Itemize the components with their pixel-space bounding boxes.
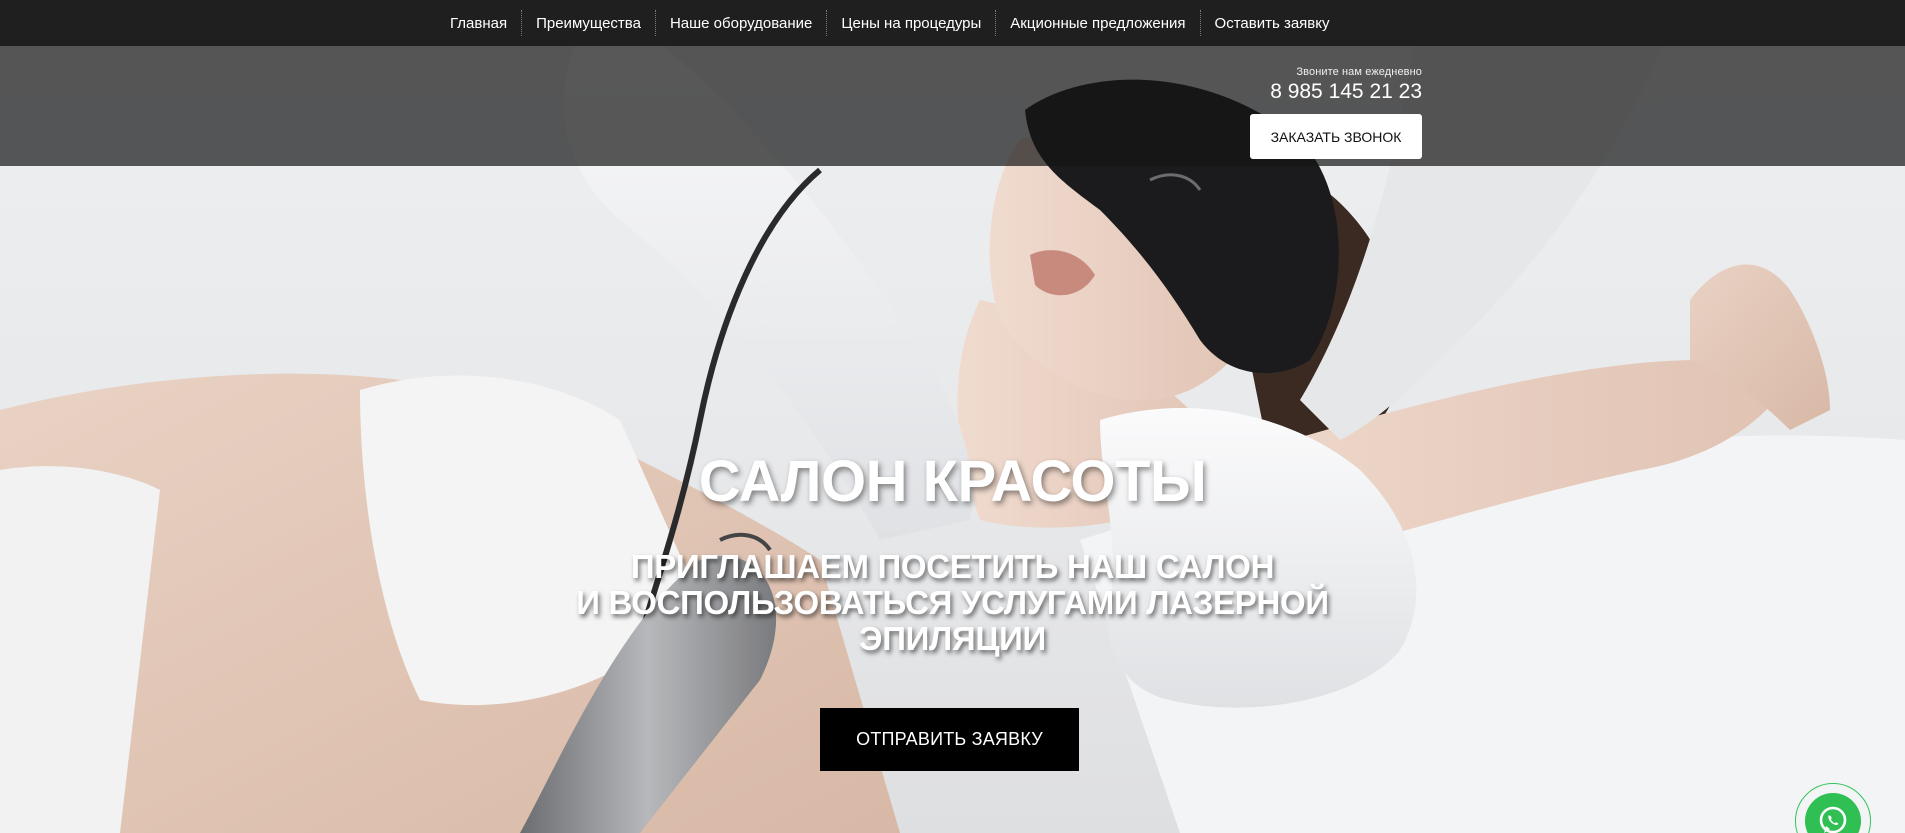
- nav-separator: [995, 10, 997, 36]
- nav-link-prices[interactable]: Цены на процедуры: [841, 15, 981, 32]
- nav-link-home[interactable]: Главная: [450, 15, 507, 32]
- phone-number[interactable]: 8 985 145 21 23: [1222, 80, 1422, 104]
- hero-subtitle-line: ЭПИЛЯЦИИ: [859, 620, 1046, 657]
- top-navigation: Главная Преимущества Наше оборудование Ц…: [0, 0, 1905, 46]
- contact-block: Звоните нам ежедневно 8 985 145 21 23: [1222, 66, 1422, 104]
- header-contact-bar: Звоните нам ежедневно 8 985 145 21 23 ЗА…: [0, 46, 1905, 166]
- nav-link-equipment[interactable]: Наше оборудование: [670, 15, 812, 32]
- hero-subtitle-line: ПРИГЛАШАЕМ ПОСЕТИТЬ НАШ САЛОН: [630, 548, 1275, 585]
- nav-separator: [654, 10, 656, 36]
- nav-item-advantages[interactable]: Преимущества: [536, 0, 641, 46]
- nav-menu: Главная Преимущества Наше оборудование Ц…: [450, 0, 1330, 46]
- nav-item-home[interactable]: Главная: [450, 0, 507, 46]
- callback-button[interactable]: ЗАКАЗАТЬ ЗВОНОК: [1250, 114, 1422, 159]
- nav-item-equipment[interactable]: Наше оборудование: [670, 0, 812, 46]
- nav-separator: [826, 10, 828, 36]
- nav-item-prices[interactable]: Цены на процедуры: [841, 0, 981, 46]
- nav-separator: [521, 10, 523, 36]
- nav-link-advantages[interactable]: Преимущества: [536, 15, 641, 32]
- whatsapp-icon: [1819, 806, 1847, 833]
- hero-subtitle: ПРИГЛАШАЕМ ПОСЕТИТЬ НАШ САЛОН И ВОСПОЛЬЗ…: [0, 549, 1905, 657]
- nav-link-promotions[interactable]: Акционные предложения: [1010, 15, 1185, 32]
- hero-subtitle-line: И ВОСПОЛЬЗОВАТЬСЯ УСЛУГАМИ ЛАЗЕРНОЙ: [576, 584, 1329, 621]
- nav-item-promotions[interactable]: Акционные предложения: [1010, 0, 1185, 46]
- nav-link-request[interactable]: Оставить заявку: [1215, 15, 1330, 32]
- nav-separator: [1199, 10, 1201, 36]
- nav-item-request[interactable]: Оставить заявку: [1215, 0, 1330, 46]
- call-note: Звоните нам ежедневно: [1296, 66, 1422, 78]
- hero-title: САЛОН КРАСОТЫ: [698, 449, 1207, 514]
- submit-request-button[interactable]: ОТПРАВИТЬ ЗАЯВКУ: [820, 708, 1079, 771]
